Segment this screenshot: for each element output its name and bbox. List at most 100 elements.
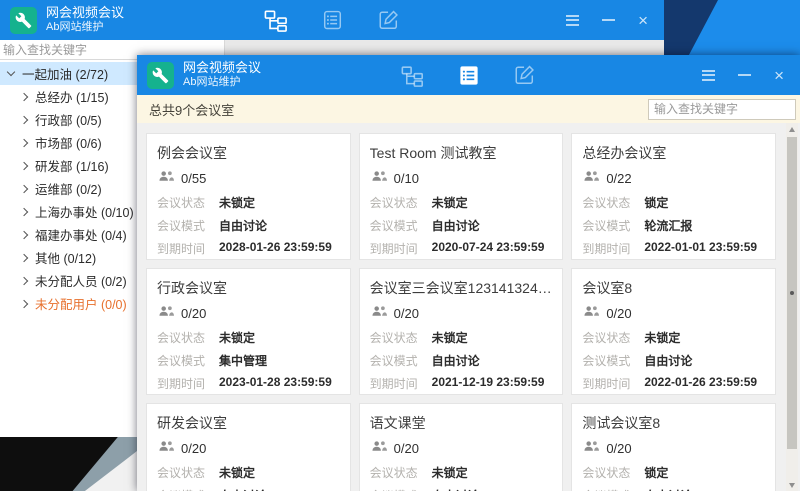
wrench-icon bbox=[10, 7, 37, 34]
participant-count: 0/20 bbox=[394, 441, 419, 456]
scrollbar-thumb[interactable] bbox=[787, 137, 797, 449]
room-card: 语文课堂 0/20 会议状态 未锁定 会议模式 自由讨论 到期时间 2022-0… bbox=[359, 403, 564, 491]
mode-label: 会议模式 bbox=[370, 217, 432, 234]
mode-label: 会议模式 bbox=[582, 487, 644, 491]
participant-count: 0/55 bbox=[181, 171, 206, 186]
tree-item-label: 其他 (0/12) bbox=[35, 248, 96, 267]
minimize-icon[interactable] bbox=[602, 19, 615, 21]
room-card: 研发会议室 0/20 会议状态 未锁定 会议模式 自由讨论 到期时间 2022-… bbox=[146, 403, 351, 491]
mode-value: 轮流汇报 bbox=[644, 217, 692, 234]
room-count-summary: 总共9个会议室 bbox=[149, 100, 648, 119]
chevron-icon[interactable] bbox=[20, 253, 28, 261]
people-icon bbox=[159, 439, 174, 457]
mode-value: 集中管理 bbox=[219, 352, 267, 369]
participant-count: 0/20 bbox=[606, 441, 631, 456]
scroll-down-arrow-icon[interactable] bbox=[786, 479, 798, 491]
expire-value: 2022-01-01 23:59:59 bbox=[644, 240, 757, 257]
back-titlebar: 网会视频会议 Ab网站维护 bbox=[0, 0, 664, 40]
chevron-icon[interactable] bbox=[20, 115, 28, 123]
status-label: 会议状态 bbox=[157, 194, 219, 211]
close-icon[interactable]: × bbox=[638, 12, 648, 29]
room-card: 行政会议室 0/20 会议状态 未锁定 会议模式 集中管理 到期时间 2023-… bbox=[146, 268, 351, 395]
minimize-icon[interactable] bbox=[738, 74, 751, 76]
scroll-up-arrow-icon[interactable] bbox=[786, 123, 798, 135]
list-icon[interactable] bbox=[456, 63, 481, 88]
participant-count: 0/20 bbox=[394, 306, 419, 321]
people-icon bbox=[372, 439, 387, 457]
chevron-icon[interactable] bbox=[20, 276, 28, 284]
room-name: Test Room 测试教室 bbox=[370, 143, 553, 163]
mode-label: 会议模式 bbox=[582, 217, 644, 234]
scrollbar-grip-icon bbox=[790, 291, 794, 295]
app-subtitle: Ab网站维护 bbox=[46, 21, 124, 35]
mode-value: 自由讨论 bbox=[432, 487, 480, 491]
mode-row: 会议模式 自由讨论 bbox=[370, 352, 553, 369]
mode-label: 会议模式 bbox=[157, 352, 219, 369]
close-icon[interactable]: × bbox=[774, 67, 784, 84]
mode-value: 自由讨论 bbox=[432, 352, 480, 369]
tree-item-label: 运维部 (0/2) bbox=[35, 179, 102, 198]
people-icon bbox=[159, 169, 174, 187]
expire-row: 到期时间 2022-01-01 23:59:59 bbox=[582, 240, 765, 257]
tree-item-label: 一起加油 (2/72) bbox=[22, 64, 108, 83]
status-value: 未锁定 bbox=[219, 464, 255, 481]
org-chart-icon[interactable] bbox=[264, 8, 289, 33]
wrench-icon bbox=[147, 62, 174, 89]
mode-row: 会议模式 自由讨论 bbox=[370, 487, 553, 491]
mode-value: 自由讨论 bbox=[219, 487, 267, 491]
status-row: 会议状态 锁定 bbox=[582, 464, 765, 481]
status-row: 会议状态 未锁定 bbox=[157, 194, 340, 211]
chevron-icon[interactable] bbox=[20, 161, 28, 169]
edit-icon[interactable] bbox=[376, 8, 401, 33]
tree-item-label: 市场部 (0/6) bbox=[35, 133, 102, 152]
participant-count: 0/10 bbox=[394, 171, 419, 186]
front-titlebar: 网会视频会议 Ab网站维护 bbox=[137, 55, 800, 95]
status-label: 会议状态 bbox=[157, 464, 219, 481]
room-search-input[interactable] bbox=[648, 99, 796, 120]
mode-value: 自由讨论 bbox=[644, 352, 692, 369]
expire-row: 到期时间 2023-01-28 23:59:59 bbox=[157, 375, 340, 392]
room-card: 会议室三会议室123141324141三会议室 0/20 会议状态 未锁定 会议… bbox=[359, 268, 564, 395]
participant-count: 0/20 bbox=[181, 306, 206, 321]
chevron-icon[interactable] bbox=[20, 207, 28, 215]
participant-count-row: 0/20 bbox=[370, 439, 553, 457]
expire-label: 到期时间 bbox=[370, 240, 432, 257]
status-label: 会议状态 bbox=[582, 194, 644, 211]
chevron-icon[interactable] bbox=[7, 68, 15, 76]
chevron-icon[interactable] bbox=[20, 299, 28, 307]
list-icon[interactable] bbox=[320, 8, 345, 33]
tree-item-label: 福建办事处 (0/4) bbox=[35, 225, 127, 244]
chevron-icon[interactable] bbox=[20, 92, 28, 100]
menu-icon[interactable] bbox=[566, 15, 579, 26]
chevron-icon[interactable] bbox=[20, 138, 28, 146]
expire-value: 2020-07-24 23:59:59 bbox=[432, 240, 545, 257]
status-label: 会议状态 bbox=[370, 464, 432, 481]
back-window-controls: × bbox=[566, 0, 648, 40]
mode-value: 自由讨论 bbox=[644, 487, 692, 491]
status-row: 会议状态 未锁定 bbox=[370, 464, 553, 481]
expire-value: 2028-01-26 23:59:59 bbox=[219, 240, 332, 257]
front-window-titles: 网会视频会议 Ab网站维护 bbox=[183, 60, 261, 90]
status-label: 会议状态 bbox=[582, 329, 644, 346]
participant-count: 0/20 bbox=[181, 441, 206, 456]
menu-icon[interactable] bbox=[702, 70, 715, 81]
room-name: 总经办会议室 bbox=[582, 143, 765, 163]
mode-row: 会议模式 自由讨论 bbox=[582, 487, 765, 491]
app-subtitle: Ab网站维护 bbox=[183, 76, 261, 90]
org-chart-icon[interactable] bbox=[400, 63, 425, 88]
back-toolbar bbox=[264, 0, 401, 40]
room-name: 例会会议室 bbox=[157, 143, 340, 163]
chevron-icon[interactable] bbox=[20, 230, 28, 238]
edit-icon[interactable] bbox=[512, 63, 537, 88]
participant-count-row: 0/20 bbox=[582, 439, 765, 457]
front-window-controls: × bbox=[702, 55, 784, 95]
vertical-scrollbar[interactable] bbox=[786, 123, 798, 491]
chevron-icon[interactable] bbox=[20, 184, 28, 192]
status-label: 会议状态 bbox=[157, 329, 219, 346]
people-icon bbox=[584, 439, 599, 457]
mode-label: 会议模式 bbox=[582, 352, 644, 369]
room-card-grid: 例会会议室 0/55 会议状态 未锁定 会议模式 自由讨论 到期时间 2028-… bbox=[137, 123, 800, 491]
mode-label: 会议模式 bbox=[157, 217, 219, 234]
mode-row: 会议模式 自由讨论 bbox=[582, 352, 765, 369]
mode-row: 会议模式 自由讨论 bbox=[157, 217, 340, 234]
